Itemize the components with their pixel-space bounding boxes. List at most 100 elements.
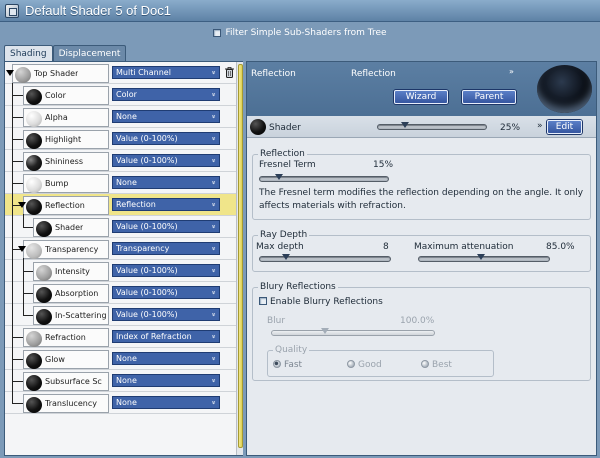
tree-node[interactable]: Bump [23,174,109,193]
blur-slider-knob[interactable] [321,328,330,334]
tree-node-label: Shader [55,223,84,232]
tree-node[interactable]: Alpha [23,108,109,127]
parent-button[interactable]: Parent [462,90,516,104]
tree-node[interactable]: Reflection [23,196,109,215]
tree-scrollbar[interactable] [236,62,243,455]
tree-node[interactable]: Shininess [23,152,109,171]
tree-row[interactable]: Refraction Index of Refraction » [5,326,236,348]
shader-tree-panel: Top Shader Multi Channel» Color Color» Alpha… [4,61,243,456]
shader-type-dropdown[interactable]: None » [112,396,220,409]
tree-node-label: Subsurface Sc [45,377,102,386]
window-title: Default Shader 5 of Doc1 [25,3,171,18]
tree-node[interactable]: Subsurface Sc [23,372,109,391]
fresnel-label: Fresnel Term [259,160,316,170]
quality-good-option[interactable]: Good [347,360,382,370]
tree-row[interactable]: Glow None » [5,348,236,370]
dropdown-value: Index of Refraction [116,332,192,341]
shader-type-dropdown[interactable]: Value (0-100%) » [112,308,220,321]
tree-row[interactable]: Subsurface Sc None » [5,370,236,392]
shader-type-dropdown[interactable]: Value (0-100%) » [112,286,220,299]
shader-menu-chevron-icon[interactable]: » [537,121,543,131]
shader-type-dropdown[interactable]: Reflection » [112,198,220,211]
tab-shading[interactable]: Shading [4,45,53,62]
filter-checkbox[interactable] [213,28,222,37]
tree-row[interactable]: Translucency None » [5,392,236,414]
blur-slider[interactable] [271,328,435,336]
tree-node[interactable]: Refraction [23,328,109,347]
shader-ball-icon[interactable] [250,119,266,135]
shader-type-dropdown[interactable]: None » [112,374,220,387]
title-bar[interactable]: Default Shader 5 of Doc1 [0,0,600,22]
max-attenuation-slider[interactable] [418,254,550,262]
shader-type-dropdown[interactable]: Multi Channel » [112,66,220,79]
shader-ball-icon [36,309,52,325]
tree-node[interactable]: In-Scattering [33,306,109,325]
tree-row[interactable]: Shininess Value (0-100%) » [5,150,236,172]
shader-type-dropdown[interactable]: Value (0-100%) » [112,132,220,145]
tree-row[interactable]: Bump None » [5,172,236,194]
tree-row[interactable]: Color Color » [5,84,236,106]
tree-node[interactable]: Transparency [23,240,109,259]
tree-scrollbar-thumb[interactable] [238,64,243,448]
quality-best-option[interactable]: Best [421,360,452,370]
edit-button[interactable]: Edit [547,120,582,134]
channel-shader-type[interactable]: Reflection [351,69,396,79]
expand-triangle-icon[interactable] [18,246,26,252]
dropdown-value: Reflection [116,200,156,209]
shader-slider-knob[interactable] [401,122,409,128]
tree-connector [23,315,33,316]
fresnel-slider-knob[interactable] [275,174,284,180]
enable-blurry-checkbox[interactable] [259,297,267,305]
enable-blurry-row[interactable]: Enable Blurry Reflections [259,297,383,307]
tree-node[interactable]: Top Shader [12,64,109,83]
tree-node[interactable]: Highlight [23,130,109,149]
tree-node[interactable]: Translucency [23,394,109,413]
quality-fast-radio[interactable] [273,360,281,368]
tree-node[interactable]: Shader [33,218,109,237]
shader-type-dropdown[interactable]: None » [112,110,220,123]
tree-row[interactable]: Absorption Value (0-100%) » [5,282,236,304]
tree-row[interactable]: Top Shader Multi Channel » [5,62,236,84]
fresnel-slider[interactable] [259,174,389,182]
shader-type-dropdown[interactable]: None » [112,352,220,365]
tab-bar: Shading Displacement [4,45,127,62]
shader-type-chevron-icon[interactable]: » [509,67,514,76]
shader-slider[interactable] [377,122,487,130]
shader-type-dropdown[interactable]: Transparency » [112,242,220,255]
tree-node[interactable]: Absorption [33,284,109,303]
fresnel-description: The Fresnel term modifies the reflection… [259,188,584,211]
tree-node[interactable]: Color [23,86,109,105]
blurry-group-title: Blury Reflections [258,282,338,292]
shader-type-dropdown[interactable]: Value (0-100%) » [112,154,220,167]
tree-row[interactable]: In-Scattering Value (0-100%) » [5,304,236,326]
wizard-button[interactable]: Wizard [394,90,448,104]
tree-row[interactable]: Transparency Transparency » [5,238,236,260]
shader-type-dropdown[interactable]: Color » [112,88,220,101]
expand-triangle-icon[interactable] [18,202,26,208]
tree-row[interactable]: Reflection Reflection » [5,194,236,216]
quality-best-radio[interactable] [421,360,429,368]
max-depth-slider[interactable] [259,254,391,262]
tree-node[interactable]: Glow [23,350,109,369]
trash-icon[interactable] [225,67,234,78]
tree-row[interactable]: Alpha None » [5,106,236,128]
tree-node[interactable]: Intensity [33,262,109,281]
chevron-down-icon: » [209,312,218,317]
tree-row[interactable]: Shader Value (0-100%) » [5,216,236,238]
max-depth-slider-knob[interactable] [282,254,290,260]
tree-row[interactable]: Intensity Value (0-100%) » [5,260,236,282]
shader-row: Shader 25% » Edit [247,116,596,138]
expand-triangle-icon[interactable] [6,70,14,76]
channel-name: Reflection [251,69,296,79]
shader-type-dropdown[interactable]: None » [112,176,220,189]
max-attenuation-slider-knob[interactable] [477,254,486,260]
shader-type-dropdown[interactable]: Index of Refraction » [112,330,220,343]
shader-type-dropdown[interactable]: Value (0-100%) » [112,264,220,277]
tree-row[interactable]: Highlight Value (0-100%) » [5,128,236,150]
quality-good-radio[interactable] [347,360,355,368]
shader-type-dropdown[interactable]: Value (0-100%) » [112,220,220,233]
reflection-group-title: Reflection [258,149,307,159]
quality-fast-option[interactable]: Fast [273,360,302,370]
fresnel-value: 15% [373,160,394,170]
tab-displacement[interactable]: Displacement [52,45,127,61]
